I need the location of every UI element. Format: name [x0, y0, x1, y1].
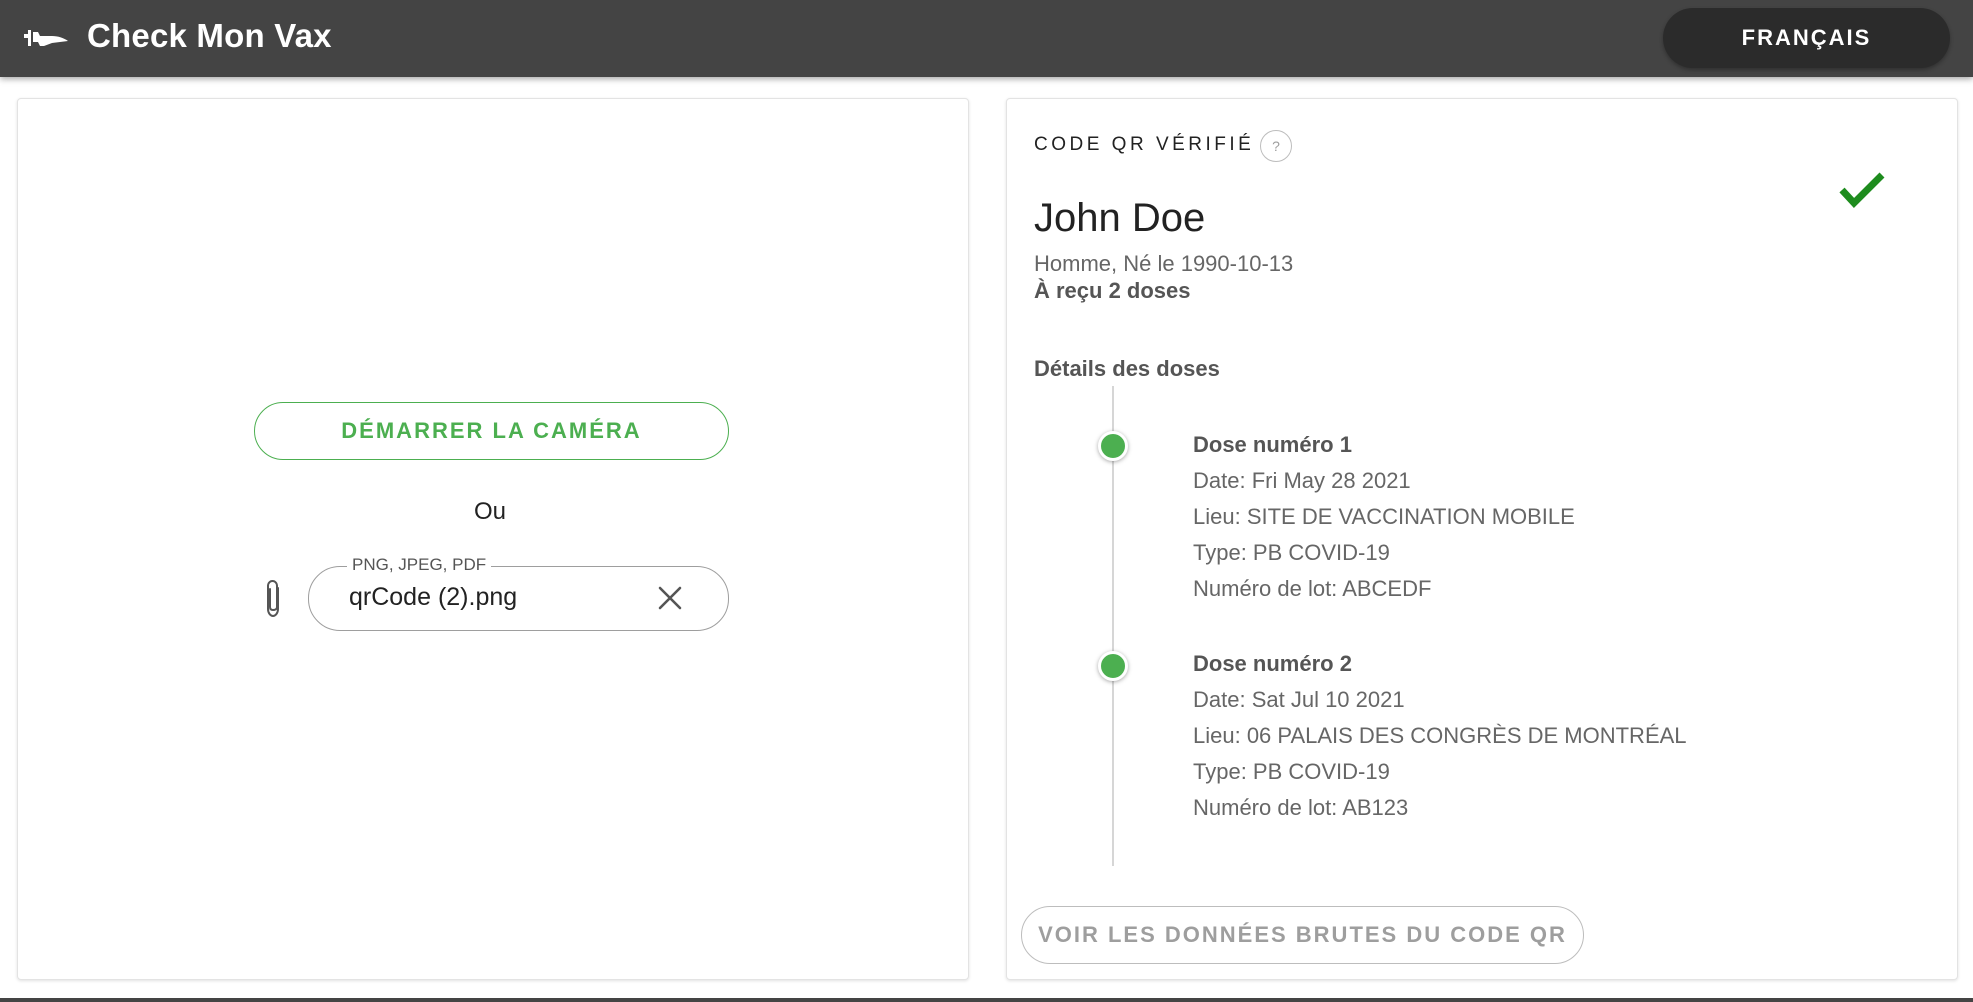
- app-title: Check Mon Vax: [87, 17, 332, 54]
- dose-type: Type: PB COVID-19: [1193, 759, 1390, 784]
- dose-type: Type: PB COVID-19: [1193, 540, 1390, 565]
- dose-item: Dose numéro 1 Date: Fri May 28 2021 Lieu…: [1193, 427, 1575, 607]
- dose-location: Lieu: SITE DE VACCINATION MOBILE: [1193, 504, 1575, 529]
- file-input-value: qrCode (2).png: [349, 583, 518, 611]
- or-label: Ou: [473, 498, 506, 525]
- dose-title: Dose numéro 1: [1193, 432, 1352, 457]
- view-raw-data-button[interactable]: VOIR LES DONNÉES BRUTES DU CODE QR: [1021, 906, 1584, 964]
- patient-doses-summary: À reçu 2 doses: [1034, 278, 1191, 303]
- start-camera-button[interactable]: DÉMARRER LA CAMÉRA: [254, 402, 729, 460]
- timeline-dot: [1098, 431, 1128, 461]
- verified-status-label: CODE QR VÉRIFIÉ: [1034, 134, 1255, 155]
- help-icon[interactable]: ?: [1260, 130, 1292, 162]
- scanner-card: [17, 98, 969, 980]
- checkmark-icon: [1839, 172, 1885, 209]
- dose-item: Dose numéro 2 Date: Sat Jul 10 2021 Lieu…: [1193, 646, 1687, 826]
- dose-date: Date: Fri May 28 2021: [1193, 468, 1411, 493]
- bottom-bar: [0, 998, 1973, 1002]
- quebec-logo-icon: [24, 30, 68, 46]
- close-icon[interactable]: [656, 584, 684, 612]
- app-bar: Check Mon Vax FRANÇAIS: [0, 0, 1973, 77]
- dose-date: Date: Sat Jul 10 2021: [1193, 687, 1405, 712]
- paperclip-icon[interactable]: [260, 578, 286, 620]
- language-button[interactable]: FRANÇAIS: [1663, 8, 1950, 68]
- patient-info: Homme, Né le 1990-10-13: [1034, 251, 1294, 276]
- dose-location: Lieu: 06 PALAIS DES CONGRÈS DE MONTRÉAL: [1193, 723, 1687, 748]
- dose-lot: Numéro de lot: ABCEDF: [1193, 576, 1432, 601]
- patient-name: John Doe: [1034, 196, 1206, 240]
- file-input[interactable]: PNG, JPEG, PDF qrCode (2).png: [308, 555, 729, 631]
- dose-lot: Numéro de lot: AB123: [1193, 795, 1409, 820]
- dose-title: Dose numéro 2: [1193, 651, 1352, 676]
- dose-details-title: Détails des doses: [1034, 356, 1220, 381]
- file-input-legend: PNG, JPEG, PDF: [347, 555, 492, 575]
- timeline-dot: [1098, 651, 1128, 681]
